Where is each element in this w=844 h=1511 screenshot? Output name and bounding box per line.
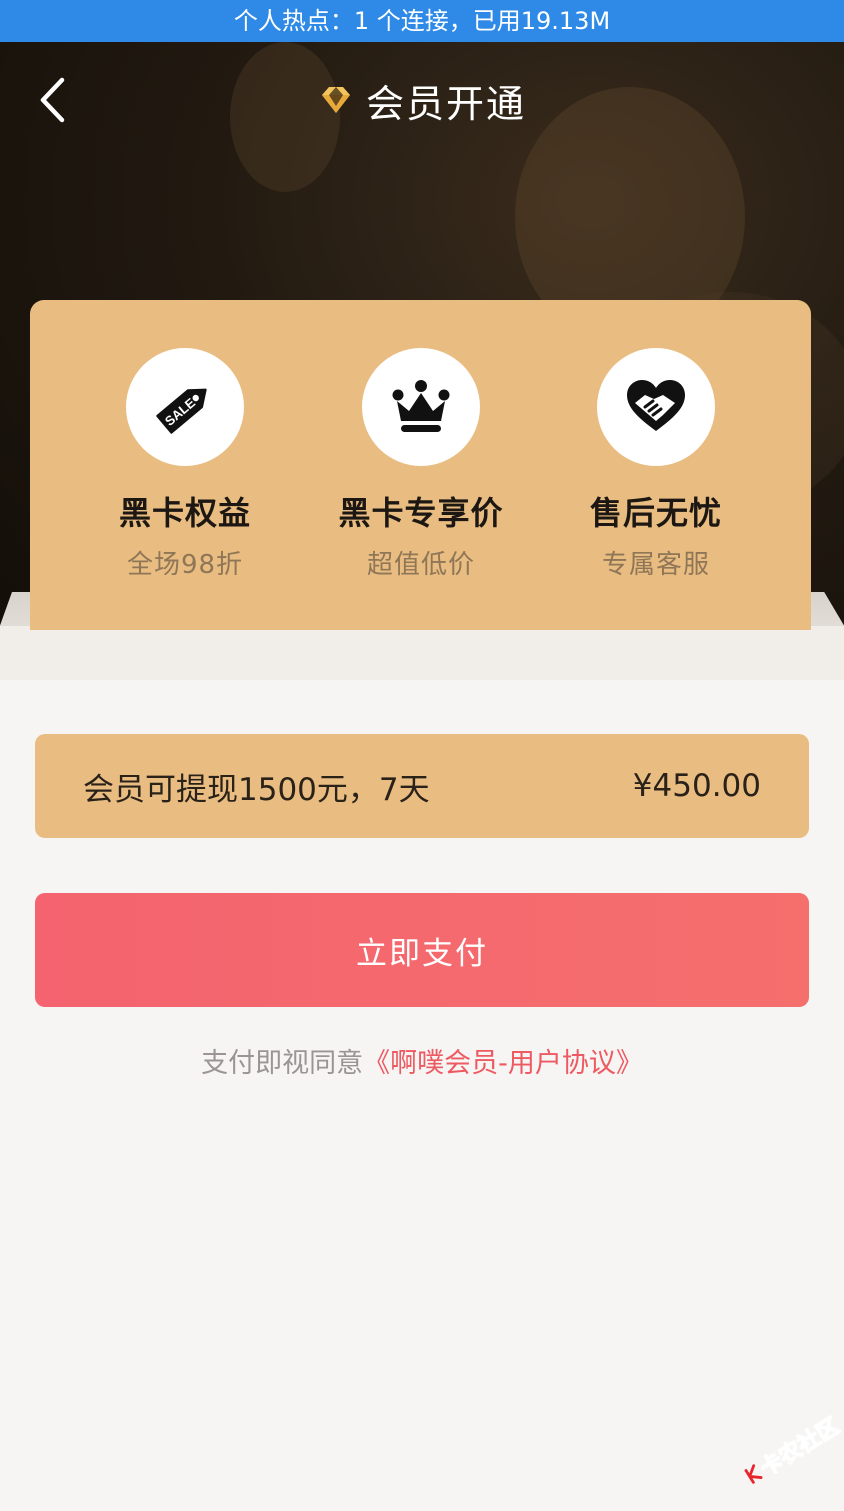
benefit-after-sales: 售后无忧 专属客服	[536, 348, 776, 581]
benefits-card: SALE 黑卡权益 全场98折 黑卡专享价 超值低价 售后无忧 专属客服	[30, 300, 811, 630]
agreement-line: 支付即视同意《啊噗会员-用户协议》	[0, 1042, 844, 1086]
diamond-icon	[321, 87, 350, 113]
benefit-icon-circle	[362, 348, 480, 466]
card-base	[0, 626, 844, 680]
plan-name: 会员可提现1500元，7天	[83, 771, 430, 808]
user-agreement-link[interactable]: 《啊噗会员-用户协议》	[363, 1048, 643, 1079]
benefit-subtitle: 超值低价	[366, 550, 475, 580]
benefit-icon-circle	[597, 348, 715, 466]
sale-tag-icon: SALE	[156, 388, 207, 434]
benefit-title: 黑卡权益	[118, 494, 251, 532]
benefit-icon-circle: SALE	[126, 348, 244, 466]
pay-now-button[interactable]: 立即支付	[35, 893, 809, 1007]
plan-price: ¥450.00	[632, 768, 761, 804]
back-button[interactable]	[30, 72, 74, 128]
benefit-title: 售后无忧	[589, 494, 722, 532]
benefit-subtitle: 全场98折	[126, 550, 244, 580]
benefit-black-card-rights: SALE 黑卡权益 全场98折	[65, 348, 305, 581]
heart-handshake-icon	[627, 380, 685, 431]
page-title: 会员开通	[365, 81, 526, 126]
status-bar: 个人热点：1 个连接，已用19.13M	[0, 0, 844, 42]
crown-icon	[392, 380, 450, 432]
watermark-text: 卡农社区	[756, 1413, 844, 1482]
status-bar-text: 个人热点：1 个连接，已用19.13M	[233, 7, 611, 35]
watermark: 卡农社区	[727, 1389, 844, 1511]
benefit-title: 黑卡专享价	[338, 494, 504, 532]
benefit-subtitle: 专属客服	[601, 550, 710, 580]
chevron-left-icon	[40, 77, 65, 123]
header-title-bar: 会员开通	[0, 72, 844, 128]
agreement-prefix: 支付即视同意	[201, 1048, 364, 1079]
benefit-exclusive-price: 黑卡专享价 超值低价	[301, 348, 541, 581]
membership-plan-option[interactable]: 会员可提现1500元，7天 ¥450.00	[35, 734, 809, 838]
